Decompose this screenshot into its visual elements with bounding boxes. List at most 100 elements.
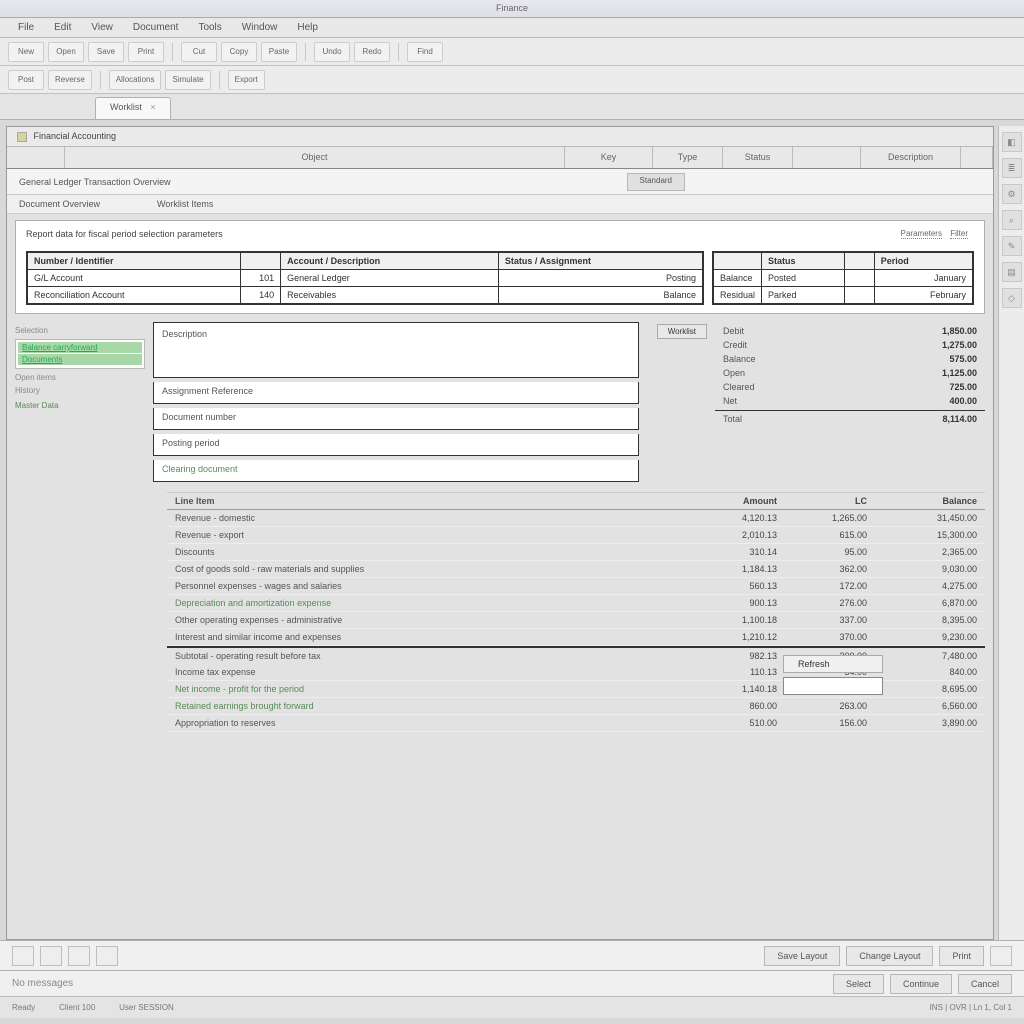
tool-icon[interactable]: ⌕ (1002, 210, 1022, 230)
tb-paste[interactable]: Paste (261, 42, 297, 62)
nav-link-open[interactable]: Open items (15, 373, 145, 382)
menu-window[interactable]: Window (232, 18, 288, 37)
line-item-row[interactable]: Depreciation and amortization expense900… (167, 595, 985, 612)
footer-icon[interactable] (68, 946, 90, 966)
footer-icon[interactable] (990, 946, 1012, 966)
continue-button[interactable]: Continue (890, 974, 952, 994)
tool-icon[interactable]: ✎ (1002, 236, 1022, 256)
tb-find[interactable]: Find (407, 42, 443, 62)
cell: Parked (762, 287, 845, 305)
menu-document[interactable]: Document (123, 18, 189, 37)
footer-toolbar: Save Layout Change Layout Print (0, 940, 1024, 970)
change-layout-button[interactable]: Change Layout (846, 946, 933, 966)
kv-val: 400.00 (949, 396, 977, 406)
th[interactable]: Status / Assignment (498, 252, 703, 270)
tb-save[interactable]: Save (88, 42, 124, 62)
tb-allocations[interactable]: Allocations (109, 70, 162, 90)
box-label: Description (162, 329, 207, 339)
input-row[interactable]: Document number (153, 408, 639, 430)
line-item-row[interactable]: Discounts310.1495.002,365.00 (167, 544, 985, 561)
col-head[interactable] (961, 147, 993, 168)
footer-icon[interactable] (12, 946, 34, 966)
tb-open[interactable]: Open (48, 42, 84, 62)
col-head[interactable]: Key (565, 147, 653, 168)
menu-view[interactable]: View (81, 18, 123, 37)
line-item-row[interactable]: Personnel expenses - wages and salaries5… (167, 578, 985, 595)
tab-worklist[interactable]: Worklist × (95, 97, 171, 119)
tb-redo[interactable]: Redo (354, 42, 390, 62)
tool-params[interactable]: Parameters (901, 229, 942, 239)
tb-simulate[interactable]: Simulate (165, 70, 210, 90)
nav-section-master[interactable]: Master Data (15, 401, 145, 410)
save-layout-button[interactable]: Save Layout (764, 946, 840, 966)
menu-help[interactable]: Help (287, 18, 328, 37)
tb-print[interactable]: Print (128, 42, 164, 62)
col-head[interactable] (793, 147, 861, 168)
menu-tools[interactable]: Tools (188, 18, 231, 37)
menu-edit[interactable]: Edit (44, 18, 81, 37)
footer-icon[interactable] (96, 946, 118, 966)
tool-icon[interactable]: ≣ (1002, 158, 1022, 178)
th[interactable]: Number / Identifier (27, 252, 241, 270)
print-button[interactable]: Print (939, 946, 984, 966)
tb-undo[interactable]: Undo (314, 42, 350, 62)
th[interactable]: Period (874, 252, 973, 270)
footer-icon[interactable] (40, 946, 62, 966)
tb-post[interactable]: Post (8, 70, 44, 90)
line-item-row[interactable]: Interest and similar income and expenses… (167, 629, 985, 646)
line-lc: 615.00 (777, 530, 867, 540)
line-item-row[interactable]: Other operating expenses - administrativ… (167, 612, 985, 629)
table-row[interactable]: Residual Parked February (713, 287, 973, 305)
cancel-button[interactable]: Cancel (958, 974, 1012, 994)
th[interactable] (844, 252, 874, 270)
line-item-row[interactable]: Cost of goods sold - raw materials and s… (167, 561, 985, 578)
th[interactable] (713, 252, 762, 270)
table-row[interactable]: G/L Account 101 General Ledger Posting (27, 270, 703, 287)
side-input[interactable] (783, 677, 883, 695)
line-item-row[interactable]: Appropriation to reserves510.00156.003,8… (167, 715, 985, 732)
line-item-row[interactable]: Revenue - domestic4,120.131,265.0031,450… (167, 510, 985, 527)
row-label: Posting period (162, 438, 220, 448)
line-amount: 1,210.12 (697, 632, 777, 642)
th[interactable]: Status (762, 252, 845, 270)
col-head[interactable]: Type (653, 147, 723, 168)
line-item-row[interactable]: Retained earnings brought forward860.002… (167, 698, 985, 715)
tool-filter[interactable]: Filter (950, 229, 968, 239)
line-balance: 8,695.00 (867, 684, 977, 694)
col-head[interactable] (7, 147, 65, 168)
tb-cut[interactable]: Cut (181, 42, 217, 62)
section-toolbar: General Ledger Transaction Overview Stan… (7, 169, 993, 195)
select-button[interactable]: Select (833, 974, 884, 994)
status-user: User SESSION (119, 1003, 174, 1012)
nav-link-history[interactable]: History (15, 386, 145, 395)
nav-link-balance[interactable]: Balance carryforward (18, 342, 142, 353)
menu-file[interactable]: File (8, 18, 44, 37)
close-icon[interactable]: × (150, 102, 155, 112)
tool-icon[interactable]: ◇ (1002, 288, 1022, 308)
view-tab-standard[interactable]: Standard (627, 173, 685, 191)
tool-icon[interactable]: ⚙ (1002, 184, 1022, 204)
input-row[interactable]: Clearing document (153, 460, 639, 482)
tb-export[interactable]: Export (228, 70, 265, 90)
nav-link-documents[interactable]: Documents (18, 354, 142, 365)
worklist-badge[interactable]: Worklist (657, 324, 707, 339)
input-row[interactable]: Assignment Reference (153, 382, 639, 404)
table-row[interactable]: Balance Posted January (713, 270, 973, 287)
tb-copy[interactable]: Copy (221, 42, 257, 62)
table-row[interactable]: Reconciliation Account 140 Receivables B… (27, 287, 703, 305)
tb-new[interactable]: New (8, 42, 44, 62)
description-box[interactable]: Description (153, 322, 639, 378)
line-balance: 2,365.00 (867, 547, 977, 557)
line-amount: 4,120.13 (697, 513, 777, 523)
tool-icon[interactable]: ▤ (1002, 262, 1022, 282)
tool-icon[interactable]: ◧ (1002, 132, 1022, 152)
col-head[interactable]: Description (861, 147, 961, 168)
col-head[interactable]: Status (723, 147, 793, 168)
input-row[interactable]: Posting period (153, 434, 639, 456)
tb-reverse[interactable]: Reverse (48, 70, 92, 90)
refresh-button[interactable]: Refresh (783, 655, 883, 673)
th[interactable]: Account / Description (281, 252, 499, 270)
line-item-row[interactable]: Revenue - export2,010.13615.0015,300.00 (167, 527, 985, 544)
col-head[interactable]: Object (65, 147, 565, 168)
th[interactable] (241, 252, 281, 270)
